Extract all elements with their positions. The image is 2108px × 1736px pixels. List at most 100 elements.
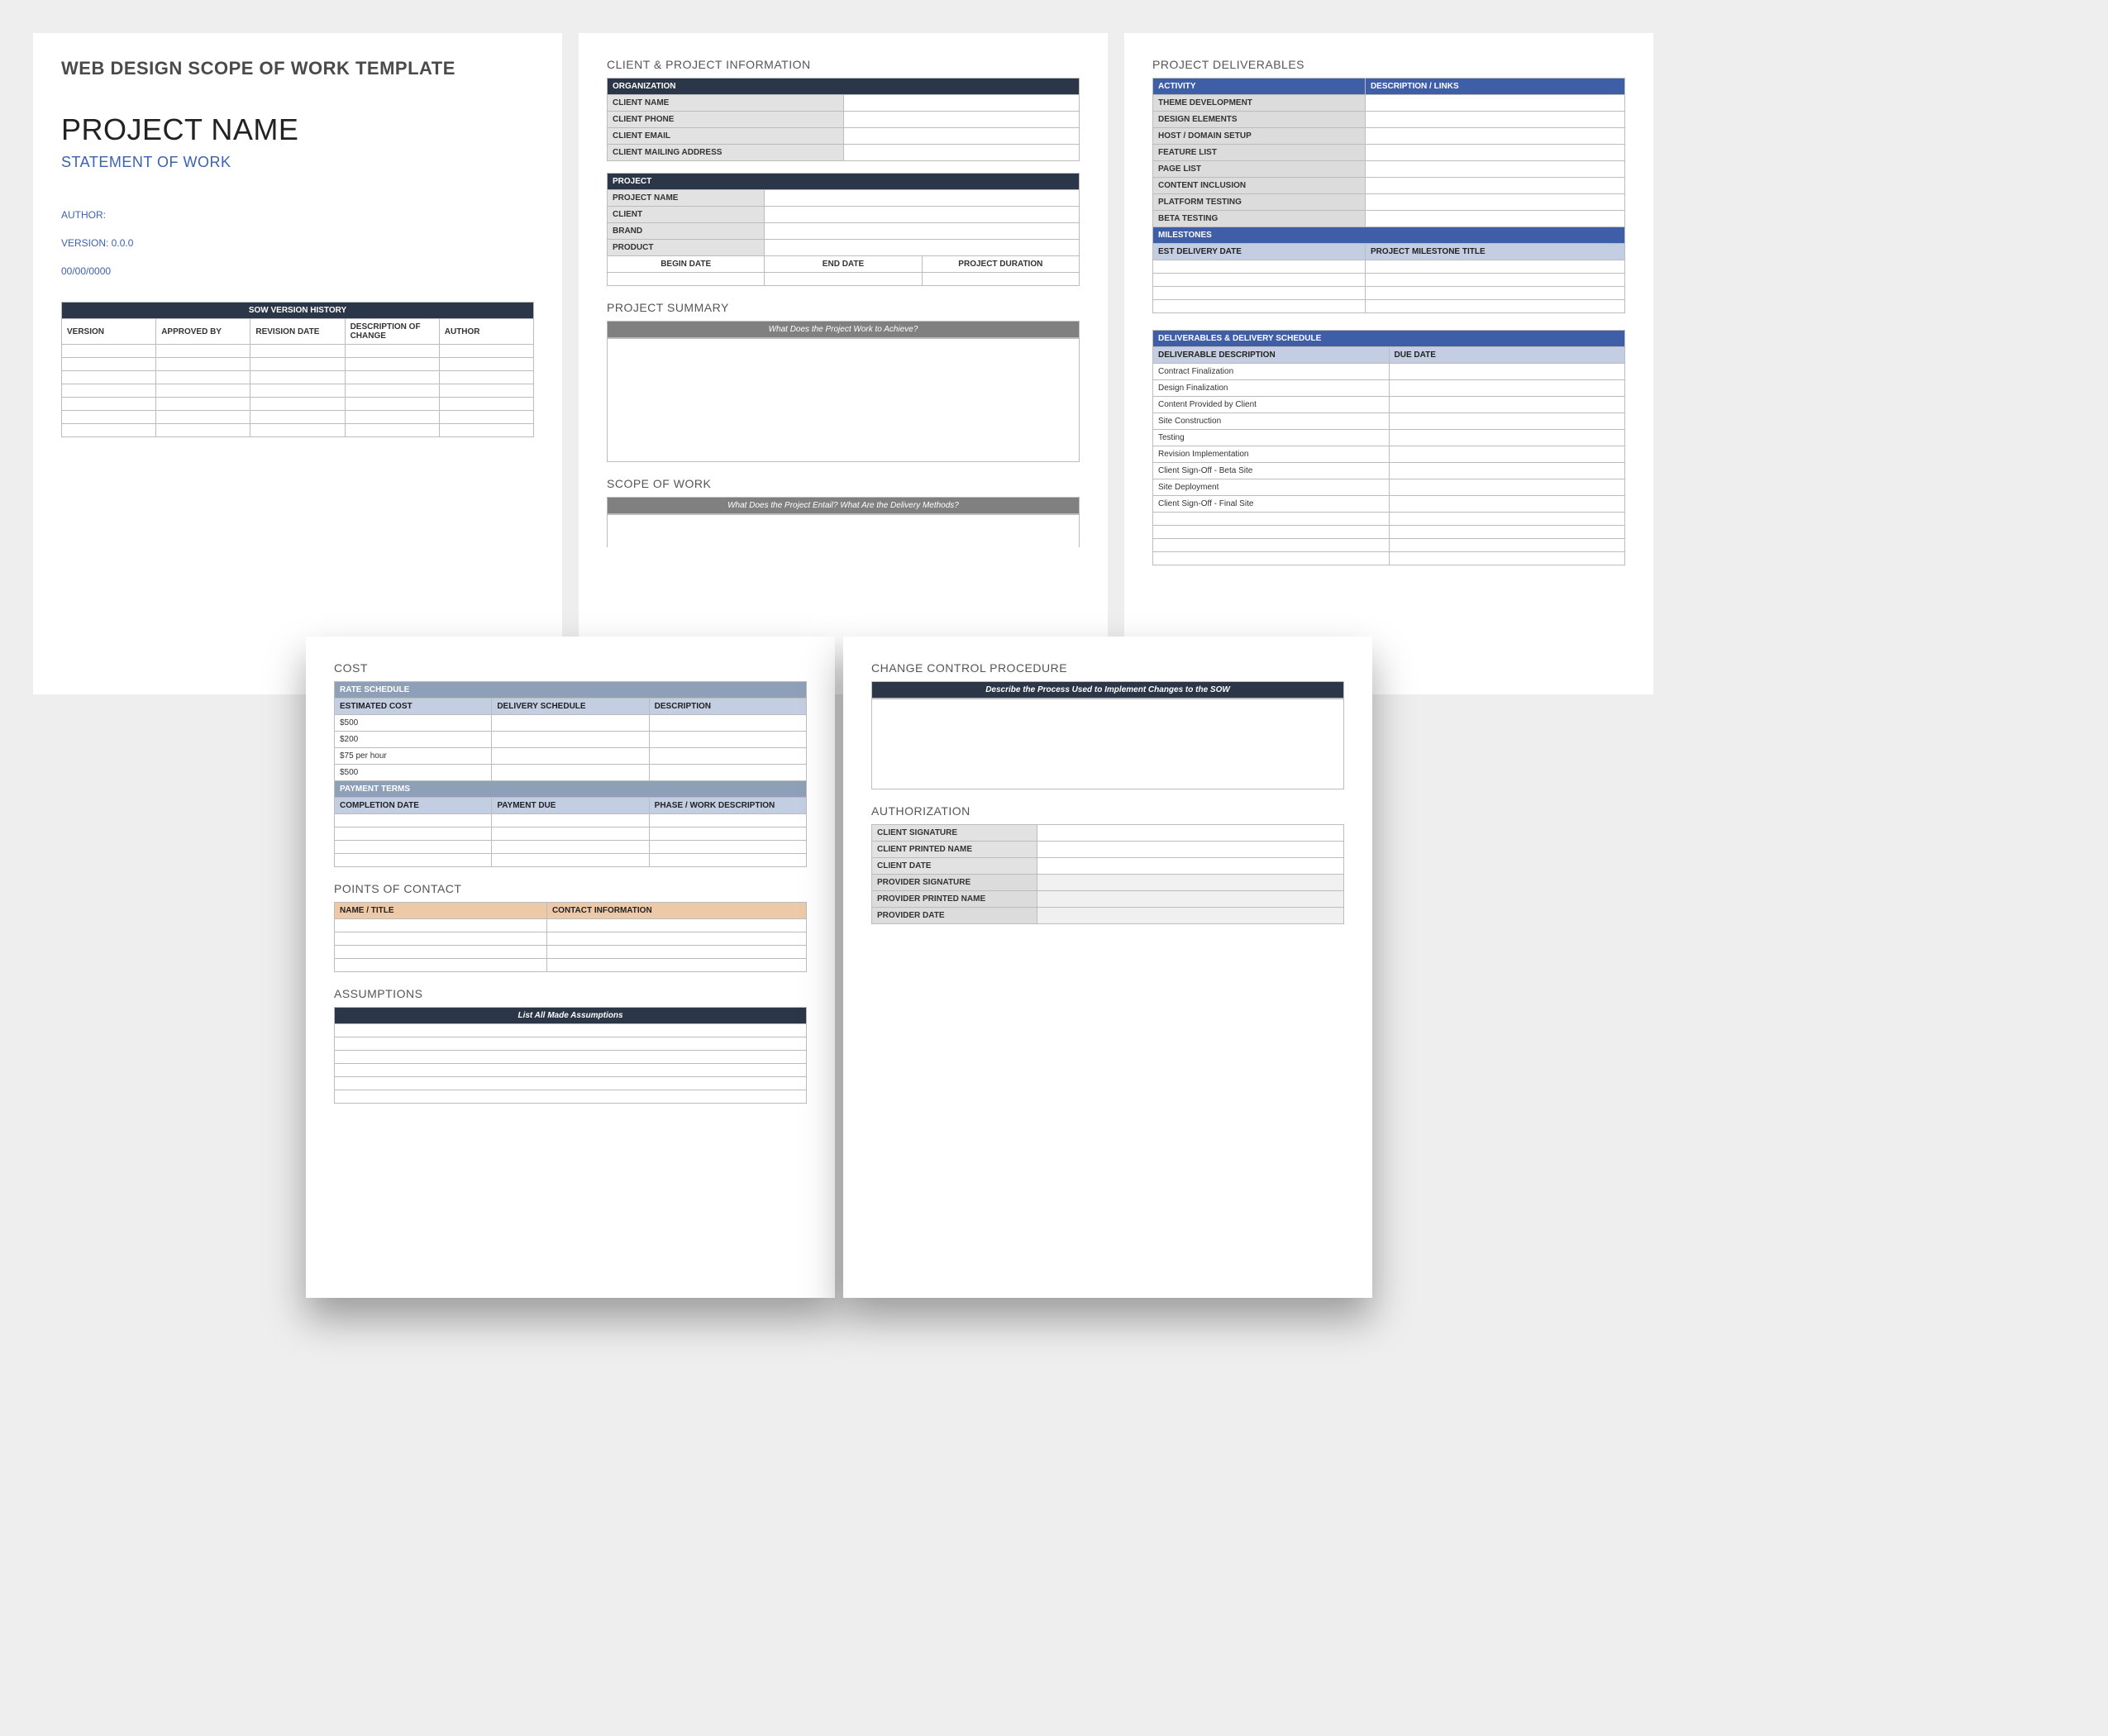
scope-box: What Does the Project Entail? What Are t… xyxy=(607,497,1080,514)
table-row xyxy=(335,932,807,946)
table-row xyxy=(62,384,534,398)
section-assumptions: ASSUMPTIONS xyxy=(334,987,807,1000)
version-label: VERSION: 0.0.0 xyxy=(61,237,534,249)
page-3: PROJECT DELIVERABLES ACTIVITY DESCRIPTIO… xyxy=(1124,33,1653,694)
table-row: CLIENT PRINTED NAME xyxy=(872,842,1344,858)
table-row: CONTENT INCLUSION xyxy=(1153,178,1625,194)
project-table: PROJECT PROJECT NAME CLIENT BRAND PRODUC… xyxy=(607,173,1080,286)
table-row: Client Sign-Off - Final Site xyxy=(1153,496,1625,513)
table-row: FEATURE LIST xyxy=(1153,145,1625,161)
col-activity: ACTIVITY xyxy=(1153,79,1366,95)
summary-prompt: What Does the Project Work to Achieve? xyxy=(608,322,1080,338)
summary-textarea xyxy=(607,338,1080,462)
milestones-header: MILESTONES xyxy=(1153,227,1625,244)
table-row xyxy=(1153,287,1625,300)
table-row: DESIGN ELEMENTS xyxy=(1153,112,1625,128)
authorization-table: CLIENT SIGNATURE CLIENT PRINTED NAME CLI… xyxy=(871,824,1344,924)
page-4: COST RATE SCHEDULE ESTIMATED COST DELIVE… xyxy=(306,637,835,1298)
table-row: PROVIDER DATE xyxy=(872,908,1344,924)
delivery-schedule-table: DELIVERABLES & DELIVERY SCHEDULE DELIVER… xyxy=(1152,330,1625,565)
section-points-of-contact: POINTS OF CONTACT xyxy=(334,882,807,895)
table-row: CLIENT PHONE xyxy=(608,112,1080,128)
col-revision-date: REVISION DATE xyxy=(250,319,345,345)
table-row xyxy=(1153,274,1625,287)
table-row xyxy=(335,959,807,972)
table-row xyxy=(335,1024,807,1037)
col-deliverable-description: DELIVERABLE DESCRIPTION xyxy=(1153,347,1390,364)
section-scope-of-work: SCOPE OF WORK xyxy=(607,477,1080,490)
table-row xyxy=(62,345,534,358)
rate-schedule-table: RATE SCHEDULE ESTIMATED COST DELIVERY SC… xyxy=(334,681,807,867)
project-header: PROJECT xyxy=(608,174,1080,190)
col-author: AUTHOR xyxy=(439,319,533,345)
sow-version-history-table: SOW VERSION HISTORY VERSION APPROVED BY … xyxy=(61,302,534,437)
table-row xyxy=(1153,526,1625,539)
project-summary-box: What Does the Project Work to Achieve? xyxy=(607,321,1080,338)
table-row: Testing xyxy=(1153,430,1625,446)
date-label: 00/00/0000 xyxy=(61,265,534,277)
author-label: AUTHOR: xyxy=(61,209,534,221)
page-5: CHANGE CONTROL PROCEDURE Describe the Pr… xyxy=(843,637,1372,1298)
table-row: PLATFORM TESTING xyxy=(1153,194,1625,211)
table-row xyxy=(335,827,807,841)
scope-textarea xyxy=(607,514,1080,547)
table-row: $500 xyxy=(335,715,807,732)
project-title: PROJECT NAME xyxy=(61,112,534,147)
section-change-control: CHANGE CONTROL PROCEDURE xyxy=(871,661,1344,675)
table-row xyxy=(1153,539,1625,552)
table-row xyxy=(1153,513,1625,526)
table-row: BRAND xyxy=(608,223,1080,240)
history-header: SOW VERSION HISTORY xyxy=(62,303,534,319)
table-row: PRODUCT xyxy=(608,240,1080,256)
table-row: HOST / DOMAIN SETUP xyxy=(1153,128,1625,145)
col-est-delivery-date: EST DELIVERY DATE xyxy=(1153,244,1366,260)
table-row xyxy=(62,371,534,384)
col-approved-by: APPROVED BY xyxy=(156,319,250,345)
table-row: $200 xyxy=(335,732,807,748)
table-row xyxy=(608,273,1080,286)
points-of-contact-table: NAME / TITLE CONTACT INFORMATION xyxy=(334,902,807,972)
table-row xyxy=(335,854,807,867)
table-row: Client Sign-Off - Beta Site xyxy=(1153,463,1625,479)
template-title: WEB DESIGN SCOPE OF WORK TEMPLATE xyxy=(61,58,534,79)
col-description-links: DESCRIPTION / LINKS xyxy=(1365,79,1624,95)
table-row: THEME DEVELOPMENT xyxy=(1153,95,1625,112)
col-description-of-change: DESCRIPTION OF CHANGE xyxy=(345,319,439,345)
table-row: Site Construction xyxy=(1153,413,1625,430)
table-row: $500 xyxy=(335,765,807,781)
payment-terms-header: PAYMENT TERMS xyxy=(335,781,807,798)
activity-table: ACTIVITY DESCRIPTION / LINKS THEME DEVEL… xyxy=(1152,78,1625,313)
organization-table: ORGANIZATION CLIENT NAME CLIENT PHONE CL… xyxy=(607,78,1080,161)
table-row: $75 per hour xyxy=(335,748,807,765)
table-row: Design Finalization xyxy=(1153,380,1625,397)
col-due-date: DUE DATE xyxy=(1389,347,1625,364)
table-row xyxy=(62,398,534,411)
col-version: VERSION xyxy=(62,319,156,345)
assumptions-table: List All Made Assumptions xyxy=(334,1007,807,1104)
section-project-summary: PROJECT SUMMARY xyxy=(607,301,1080,314)
table-row: PROVIDER SIGNATURE xyxy=(872,875,1344,891)
table-row: CLIENT SIGNATURE xyxy=(872,825,1344,842)
section-cost: COST xyxy=(334,661,807,675)
table-row: CLIENT EMAIL xyxy=(608,128,1080,145)
table-row xyxy=(335,919,807,932)
table-row xyxy=(335,1090,807,1104)
table-row xyxy=(1153,552,1625,565)
col-description: DESCRIPTION xyxy=(649,699,806,715)
table-row xyxy=(335,1077,807,1090)
table-row: BETA TESTING xyxy=(1153,211,1625,227)
col-completion-date: COMPLETION DATE xyxy=(335,798,492,814)
table-row: Contract Finalization xyxy=(1153,364,1625,380)
table-row: PROVIDER PRINTED NAME xyxy=(872,891,1344,908)
table-row xyxy=(1153,260,1625,274)
table-row: PROJECT NAME xyxy=(608,190,1080,207)
col-delivery-schedule: DELIVERY SCHEDULE xyxy=(492,699,649,715)
col-contact-information: CONTACT INFORMATION xyxy=(546,903,806,919)
scope-prompt: What Does the Project Entail? What Are t… xyxy=(608,498,1080,514)
table-row xyxy=(62,424,534,437)
table-row xyxy=(335,1051,807,1064)
table-row: BEGIN DATE END DATE PROJECT DURATION xyxy=(608,256,1080,273)
section-client-project-info: CLIENT & PROJECT INFORMATION xyxy=(607,58,1080,71)
table-row xyxy=(62,411,534,424)
page-1: WEB DESIGN SCOPE OF WORK TEMPLATE PROJEC… xyxy=(33,33,562,694)
